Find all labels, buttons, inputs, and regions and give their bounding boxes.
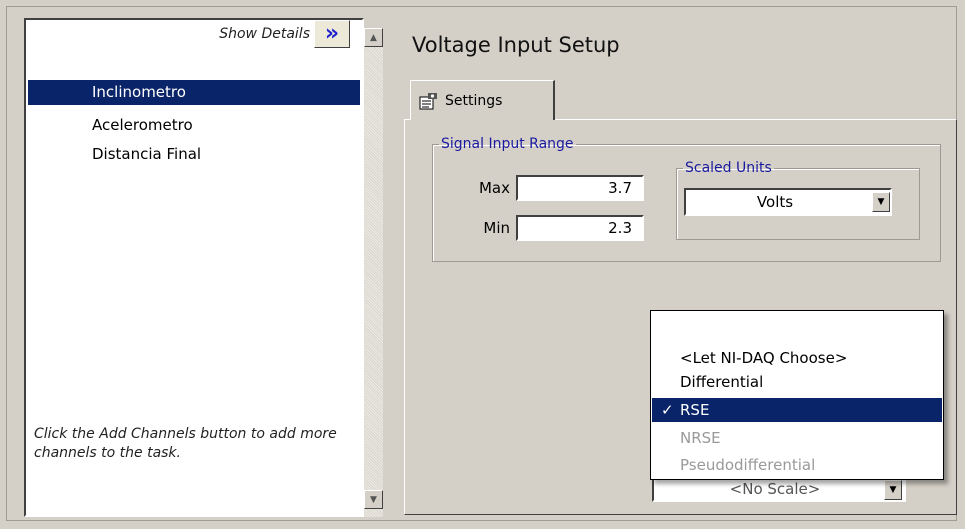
min-input[interactable]: 2.3 — [516, 215, 644, 241]
option-label: Differential — [680, 373, 764, 391]
option-differential[interactable]: Differential — [652, 370, 942, 394]
option-label: RSE — [680, 401, 710, 419]
scaled-units-value: Volts — [756, 193, 794, 211]
option-rse[interactable]: ✓ RSE — [652, 398, 942, 422]
option-let-ni-daq-choose[interactable]: <Let NI-DAQ Choose> — [652, 346, 942, 370]
settings-sheet-icon — [419, 92, 437, 109]
scroll-up-button[interactable]: ▲ — [364, 28, 383, 47]
channel-list-scrollbar[interactable] — [364, 28, 383, 517]
option-label: NRSE — [680, 429, 721, 447]
channel-item-inclinometro[interactable]: Inclinometro — [28, 80, 360, 105]
scaled-units-dropdown-button[interactable]: ▼ — [872, 192, 890, 212]
show-details-label: Show Details — [219, 26, 310, 42]
chevron-down-icon: ▼ — [877, 197, 885, 207]
arrow-down-icon: ▼ — [370, 494, 377, 505]
show-details-button[interactable]: » — [314, 20, 350, 48]
arrow-up-icon: ▲ — [370, 32, 377, 43]
double-chevron-right-icon: » — [324, 21, 340, 46]
tab-settings[interactable]: Settings — [410, 80, 555, 120]
channel-item-distancia-final[interactable]: Distancia Final — [28, 142, 360, 167]
scaled-units-legend: Scaled Units — [685, 160, 772, 176]
channel-item-acelerometro[interactable]: Acelerometro — [28, 113, 360, 138]
channel-item-label: Distancia Final — [92, 145, 202, 163]
max-label: Max — [478, 179, 510, 197]
add-channels-hint: Click the Add Channels button to add mor… — [34, 426, 337, 461]
custom-scaling-value: <No Scale> — [729, 480, 821, 498]
scroll-down-button[interactable]: ▼ — [364, 490, 383, 509]
option-label: <Let NI-DAQ Choose> — [680, 349, 848, 367]
option-pseudodifferential: Pseudodifferential — [652, 453, 942, 477]
min-label: Min — [483, 219, 510, 237]
channel-item-label: Acelerometro — [92, 116, 193, 134]
custom-scaling-dropdown-button[interactable]: ▼ — [884, 480, 902, 500]
tab-settings-label: Settings — [445, 92, 503, 109]
chevron-down-icon: ▼ — [889, 485, 897, 495]
channel-item-label: Inclinometro — [92, 83, 186, 101]
option-label: Pseudodifferential — [680, 456, 816, 474]
signal-input-range-legend: Signal Input Range — [441, 136, 574, 152]
page-title: Voltage Input Setup — [412, 33, 620, 57]
check-icon: ✓ — [661, 401, 674, 419]
option-nrse: NRSE — [652, 426, 942, 450]
max-input[interactable]: 3.7 — [516, 175, 644, 201]
